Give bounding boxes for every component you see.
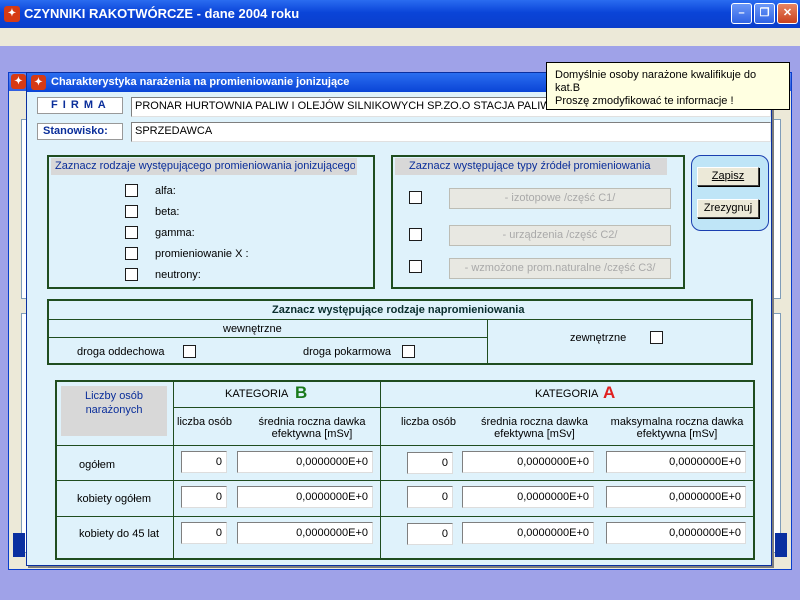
isotope-button[interactable]: - izotopowe /część C1/ xyxy=(449,188,671,209)
a-count-women-field[interactable]: 0 xyxy=(407,486,453,508)
a-avg-women-field[interactable]: 0,0000000E+0 xyxy=(462,486,594,508)
beta-checkbox[interactable] xyxy=(125,205,138,218)
neutrons-label: neutrony: xyxy=(155,269,201,281)
table-corner-label: Liczby osób narażonych xyxy=(84,390,144,416)
inhalation-label: droga oddechowa xyxy=(77,346,165,358)
b-count-header: liczba osób xyxy=(177,416,233,428)
table-header-divider xyxy=(57,445,753,446)
exposure-dialog: ✦ Charakterystyka narażenia na promienio… xyxy=(26,72,772,566)
category-a-label: KATEGORIA xyxy=(535,388,599,400)
dialog-title: Charakterystyka narażenia na promieniowa… xyxy=(51,76,350,88)
devices-checkbox[interactable] xyxy=(409,228,422,241)
natural-radiation-checkbox[interactable] xyxy=(409,260,422,273)
menu-strip xyxy=(0,28,800,46)
app-title: CZYNNIKI RAKOTWÓRCZE - dane 2004 roku xyxy=(24,6,300,21)
a-count-total-field[interactable]: 0 xyxy=(407,452,453,474)
close-button[interactable]: ✕ xyxy=(777,3,798,24)
sources-header: Zaznacz występujące typy źródeł promieni… xyxy=(409,160,651,172)
table-category-divider xyxy=(173,407,753,408)
a-max-header: maksymalna roczna dawka efektywna [mSv] xyxy=(610,416,744,440)
ingestion-checkbox[interactable] xyxy=(402,345,415,358)
a-max-women-field[interactable]: 0,0000000E+0 xyxy=(606,486,746,508)
a-max-women45-field[interactable]: 0,0000000E+0 xyxy=(606,522,746,544)
bg-window-scroll-right xyxy=(775,533,787,557)
b-count-women-field[interactable]: 0 xyxy=(181,486,227,508)
minimize-button[interactable]: – xyxy=(731,3,752,24)
alfa-checkbox[interactable] xyxy=(125,184,138,197)
external-label: zewnętrzne xyxy=(570,332,627,344)
isotope-checkbox[interactable] xyxy=(409,191,422,204)
bg-window-scroll-left xyxy=(13,533,25,557)
a-count-women45-field[interactable]: 0 xyxy=(407,523,453,545)
row-label-total: ogółem xyxy=(79,459,116,471)
stanowisko-field[interactable]: SPRZEDAWCA xyxy=(131,122,771,142)
category-b-letter: B xyxy=(295,383,308,402)
x-ray-checkbox[interactable] xyxy=(125,247,138,260)
gamma-label: gamma: xyxy=(155,227,195,239)
row-label-women-total: kobiety ogółem xyxy=(77,493,151,505)
alfa-label: alfa: xyxy=(155,185,176,197)
b-avg-women45-field[interactable]: 0,0000000E+0 xyxy=(237,522,373,544)
table-row-divider-1 xyxy=(57,480,753,481)
tooltip-line-1: Domyślnie osoby narażone kwalifikuje do … xyxy=(555,69,757,94)
bg-window-fox-icon: ✦ xyxy=(11,74,26,89)
info-tooltip: Domyślnie osoby narażone kwalifikuje do … xyxy=(546,62,790,110)
radiation-types-header: Zaznacz rodzaje występującego promieniow… xyxy=(55,160,355,172)
ingestion-label: droga pokarmowa xyxy=(303,346,392,358)
tooltip-line-2: Proszę zmodyfikować te informacje ! xyxy=(555,95,734,107)
neutrons-checkbox[interactable] xyxy=(125,268,138,281)
row-label-women-under-45: kobiety do 45 lat xyxy=(79,528,160,540)
a-avg-total-field[interactable]: 0,0000000E+0 xyxy=(462,451,594,473)
devices-button[interactable]: - urządzenia /część C2/ xyxy=(449,225,671,246)
exposure-header-divider xyxy=(49,319,751,320)
b-avg-header: średnia roczna dawka efektywna [mSv] xyxy=(258,416,366,440)
b-avg-total-field[interactable]: 0,0000000E+0 xyxy=(237,451,373,473)
b-avg-women-field[interactable]: 0,0000000E+0 xyxy=(237,486,373,508)
save-button-label: Zapisz xyxy=(711,170,745,182)
a-avg-header: średnia roczna dawka efektywna [mSv] xyxy=(480,416,588,440)
a-count-header: liczba osób xyxy=(401,416,457,428)
firma-label: F I R M A xyxy=(51,99,107,111)
b-count-total-field[interactable]: 0 xyxy=(181,451,227,473)
stanowisko-label: Stanowisko: xyxy=(43,125,108,137)
natural-radiation-button[interactable]: - wzmożone prom.naturalne /część C3/ xyxy=(449,258,671,279)
internal-divider xyxy=(49,337,487,338)
save-button[interactable]: Zapisz xyxy=(697,167,759,186)
external-checkbox[interactable] xyxy=(650,331,663,344)
internal-label: wewnętrzne xyxy=(223,323,282,335)
table-col-divider-2 xyxy=(380,382,381,558)
a-max-total-field[interactable]: 0,0000000E+0 xyxy=(606,451,746,473)
exposure-vertical-divider xyxy=(487,319,488,363)
table-col-divider-1 xyxy=(173,382,174,558)
app-fox-icon[interactable]: ✦ xyxy=(4,6,20,22)
b-count-women45-field[interactable]: 0 xyxy=(181,522,227,544)
cancel-button[interactable]: Zrezygnuj xyxy=(697,199,759,218)
maximize-button[interactable]: ❐ xyxy=(754,3,775,24)
category-b-label: KATEGORIA xyxy=(225,388,289,400)
inhalation-checkbox[interactable] xyxy=(183,345,196,358)
exposure-header: Zaznacz występujące rodzaje napromieniow… xyxy=(272,304,525,316)
main-titlebar: ✦ CZYNNIKI RAKOTWÓRCZE - dane 2004 roku … xyxy=(0,0,800,28)
table-row-divider-2 xyxy=(57,516,753,517)
x-ray-label: promieniowanie X : xyxy=(155,248,249,260)
category-a-letter: A xyxy=(603,383,616,402)
dialog-fox-icon: ✦ xyxy=(31,75,46,90)
gamma-checkbox[interactable] xyxy=(125,226,138,239)
a-avg-women45-field[interactable]: 0,0000000E+0 xyxy=(462,522,594,544)
radiation-types-group xyxy=(47,155,375,289)
beta-label: beta: xyxy=(155,206,180,218)
